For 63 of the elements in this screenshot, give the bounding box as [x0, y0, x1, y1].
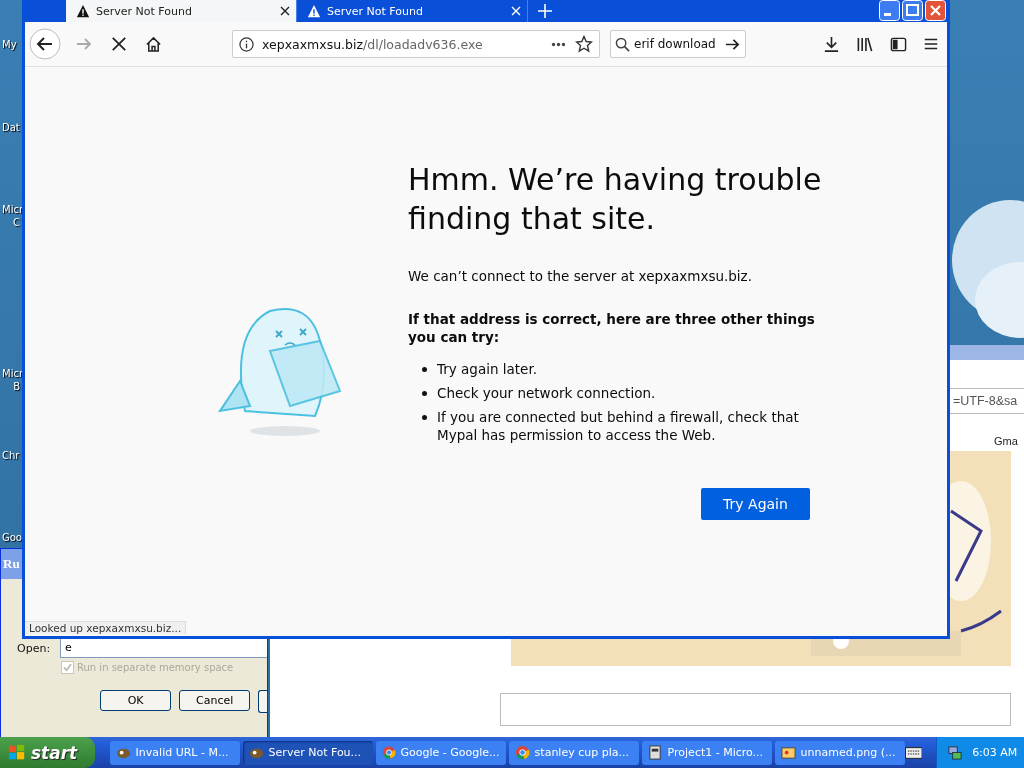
keyboard-icon[interactable]: [904, 746, 923, 759]
try-again-button[interactable]: Try Again: [701, 488, 810, 520]
image-icon: [780, 745, 796, 760]
warning-icon: [76, 4, 90, 18]
star-icon[interactable]: [575, 35, 593, 53]
suggestion-text: Try again later.: [437, 360, 538, 378]
info-icon: [239, 36, 254, 52]
desktop-icon-label[interactable]: Goo: [2, 531, 22, 544]
desktop-icon-label[interactable]: B: [13, 380, 20, 393]
start-button[interactable]: start: [0, 737, 95, 768]
dialog-button[interactable]: Cancel: [179, 690, 251, 711]
library-icon[interactable]: [856, 35, 874, 53]
browser-icon: [514, 745, 530, 760]
back-icon[interactable]: [29, 28, 61, 60]
bullet-icon: [422, 367, 427, 372]
windows-logo: [8, 743, 26, 762]
suggestion-text: Check your network connection.: [437, 384, 656, 402]
desktop-icon-label[interactable]: C: [13, 216, 20, 229]
address-field[interactable]: xepxaxmxsu.biz/dl/loadadv636.exe: [232, 30, 600, 58]
network-icon[interactable]: [947, 745, 963, 760]
search-field[interactable]: [500, 693, 1011, 726]
error-message: We can’t connect to the server at xepxaxmxsu.biz.: [408, 268, 753, 284]
tab[interactable]: Server Not Found: [66, 0, 297, 22]
maximize-icon[interactable]: [902, 0, 923, 21]
bullet-icon: [422, 391, 427, 396]
error-title: Hmm. We’re having trouble finding that site.: [408, 161, 823, 238]
suggestions-heading: If that address is correct, here are three other things you can try:: [408, 310, 816, 346]
dialog-title: Ru: [3, 556, 20, 572]
taskbar-button[interactable]: stanley cup pla...: [508, 740, 639, 765]
browser-icon: [381, 745, 396, 760]
desktop-icon-label[interactable]: My: [2, 38, 17, 51]
checkbox-label: Run in separate memory space: [77, 662, 234, 673]
status-text: Looked up xepxaxmxsu.biz...: [25, 621, 187, 634]
new-tab-icon[interactable]: [538, 4, 552, 18]
minimize-icon[interactable]: [879, 0, 900, 21]
open-label: Open:: [17, 641, 51, 655]
desktop-icon-label[interactable]: Micr: [2, 367, 23, 380]
stop-icon[interactable]: [111, 36, 127, 52]
download-icon[interactable]: [823, 35, 840, 53]
taskbar-button[interactable]: Google - Google...: [375, 740, 506, 765]
home-icon[interactable]: [145, 35, 162, 53]
search-field[interactable]: erif download: [610, 30, 746, 58]
close-icon[interactable]: [280, 6, 290, 16]
clock: 6:03 AM: [972, 746, 1018, 759]
search-icon: [615, 36, 630, 52]
more-icon[interactable]: [550, 41, 567, 47]
open-field[interactable]: e: [60, 638, 267, 658]
gmail-link[interactable]: Gma: [994, 435, 1018, 447]
warning-icon: [307, 4, 321, 18]
desktop-icon-label[interactable]: Dat: [2, 121, 20, 134]
sidebar-icon[interactable]: [890, 35, 907, 53]
desktop-icon-label[interactable]: Micr: [2, 203, 23, 216]
suggestion-text: If you are connected but behind a firewall, check that Mypal has permission to access the Web.: [437, 408, 800, 444]
dialog-button[interactable]: OK: [100, 690, 172, 711]
desktop-icon-label[interactable]: Chr: [2, 449, 20, 462]
taskbar-button[interactable]: Server Not Fou...: [242, 740, 373, 765]
taskbar-button[interactable]: Project1 - Micro...: [641, 740, 772, 765]
taskbar-button[interactable]: unnamed.png (...: [774, 740, 905, 765]
dialog-button[interactable]: [258, 690, 267, 713]
taskbar-button[interactable]: Invalid URL - M...: [109, 740, 240, 765]
bullet-icon: [422, 415, 427, 420]
document-icon: [647, 745, 663, 760]
menu-icon[interactable]: [923, 36, 939, 52]
